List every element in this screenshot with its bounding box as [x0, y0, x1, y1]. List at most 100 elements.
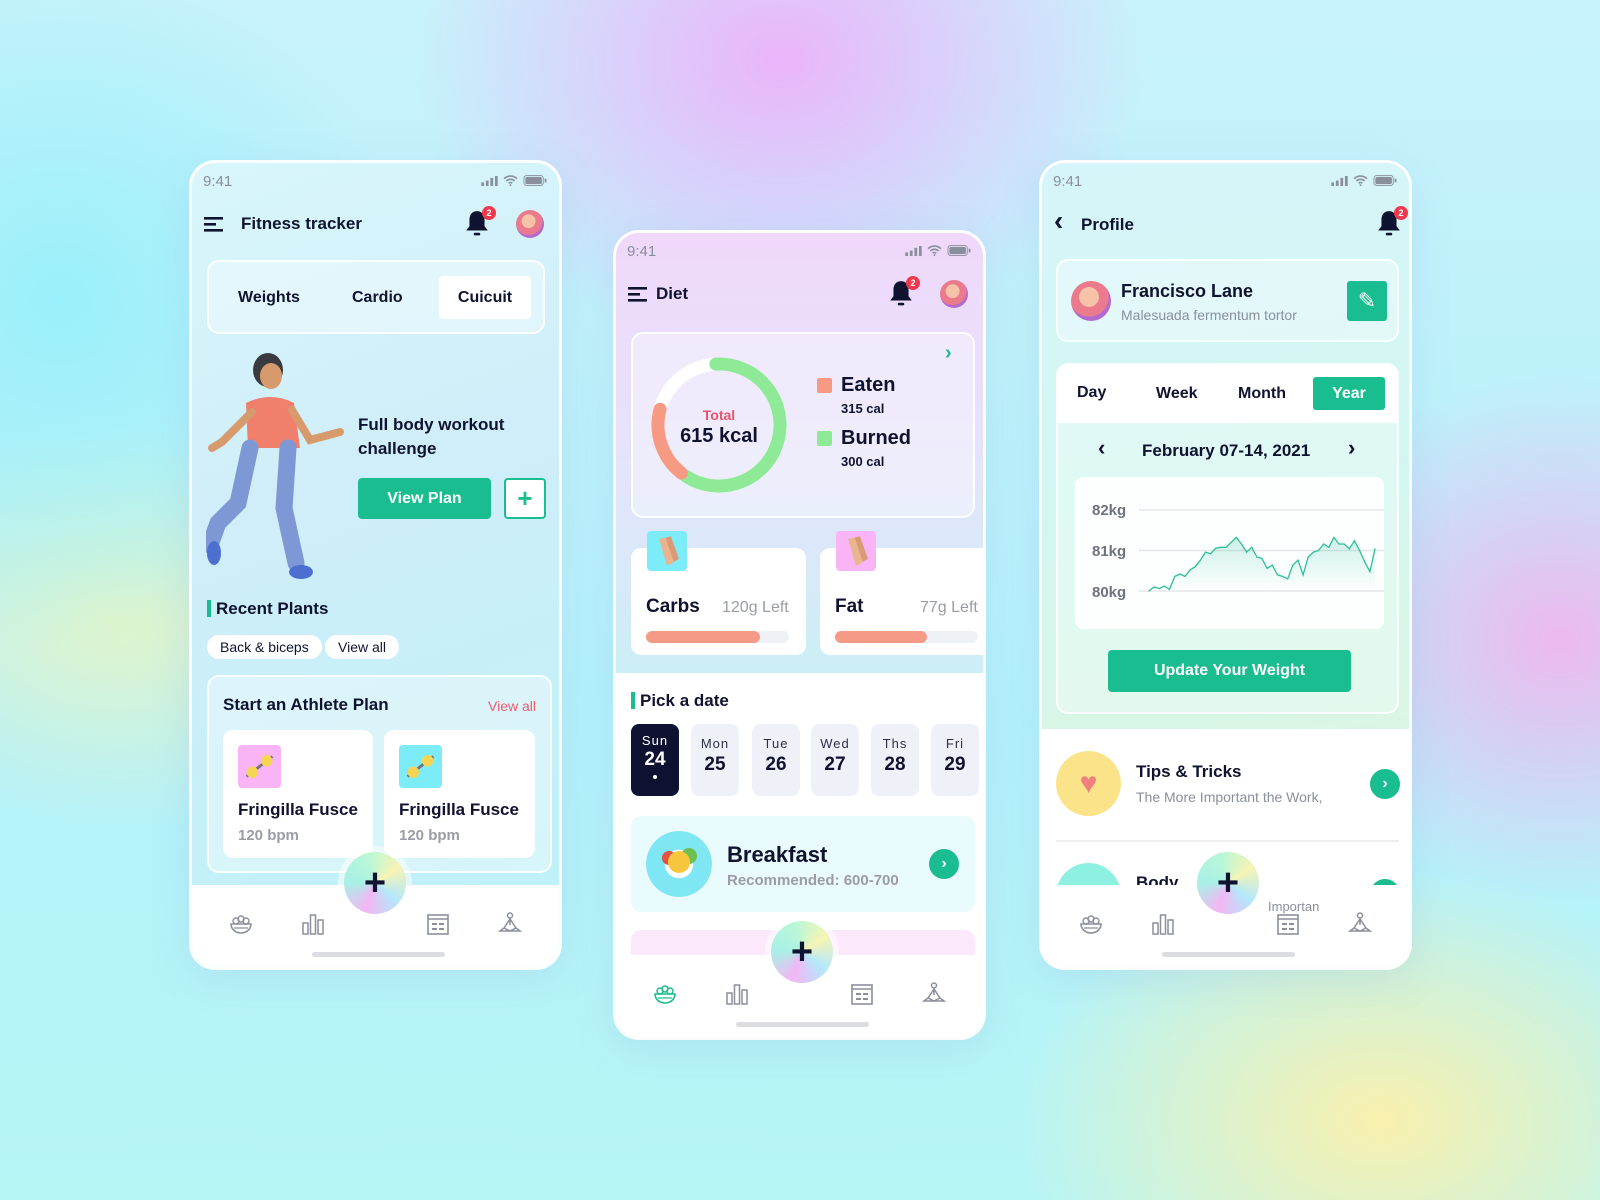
weight-point: [1153, 586, 1155, 588]
weight-point: [1168, 588, 1171, 590]
notifications-button[interactable]: 2: [464, 206, 496, 239]
meal-card-breakfast[interactable]: Breakfast Recommended: 600-700 ›: [631, 816, 975, 912]
nav-stats-icon[interactable]: [300, 911, 326, 937]
nav-calendar-icon[interactable]: [425, 911, 451, 937]
plan-card[interactable]: Fringilla Fusce 120 bpm: [223, 730, 373, 858]
date-chip[interactable]: Tue 26: [752, 724, 800, 796]
home-indicator: [1162, 952, 1295, 957]
prev-range-chevron-icon[interactable]: ‹: [1098, 435, 1105, 461]
nav-calendar-icon[interactable]: [849, 981, 875, 1007]
plan-name: Fringilla Fusce: [238, 800, 358, 819]
page-title: Diet: [656, 284, 689, 303]
nav-stats-icon[interactable]: [724, 981, 750, 1007]
add-plan-button[interactable]: +: [504, 478, 546, 519]
tab-cuicuit[interactable]: Cuicuit: [439, 276, 531, 319]
tab-day[interactable]: Day: [1077, 384, 1106, 402]
status-bar-icons: [905, 245, 971, 256]
athlete-view-all-link[interactable]: View all: [488, 698, 536, 714]
weight-point: [1292, 564, 1294, 566]
menu-icon[interactable]: [204, 216, 224, 232]
nav-yoga-icon[interactable]: [497, 911, 523, 937]
fitness-tracker-screen: 9:41 Fitness tracker 2 Weights Cardio Cu…: [189, 160, 562, 970]
status-bar-icons: [1331, 175, 1397, 186]
tab-month[interactable]: Month: [1238, 385, 1286, 403]
next-range-chevron-icon[interactable]: ›: [1348, 435, 1355, 461]
user-name: Francisco Lane: [1121, 281, 1254, 301]
tab-year[interactable]: Year: [1313, 377, 1385, 410]
date-chip[interactable]: Wed 27: [811, 724, 859, 796]
edit-profile-button[interactable]: ✎: [1347, 281, 1387, 321]
chip-view-all[interactable]: View all: [325, 635, 399, 659]
athlete-plan-title: Start an Athlete Plan: [223, 695, 389, 714]
weight-point: [1374, 548, 1376, 550]
eaten-label: Eaten: [841, 374, 896, 396]
day-number: 27: [824, 754, 846, 775]
nav-stats-icon[interactable]: [1150, 911, 1176, 937]
total-label: Total: [702, 407, 736, 423]
nav-diet-bowl-icon[interactable]: [1078, 911, 1104, 937]
avatar[interactable]: [940, 280, 968, 308]
section-marker: [207, 600, 211, 617]
chip-back-biceps[interactable]: Back & biceps: [207, 635, 322, 659]
add-fab-button[interactable]: +: [771, 921, 833, 983]
tab-cardio[interactable]: Cardio: [352, 289, 403, 307]
day-name: Wed: [820, 736, 850, 751]
plan-card[interactable]: Fringilla Fusce 120 bpm: [384, 730, 535, 858]
notification-badge: 2: [1394, 206, 1408, 220]
weight-point: [1297, 559, 1299, 561]
weight-point: [1158, 587, 1160, 590]
add-fab-button[interactable]: +: [1197, 852, 1259, 914]
macro-progress-bar: [646, 631, 789, 643]
notifications-button[interactable]: 2: [1376, 206, 1408, 239]
nav-calendar-icon[interactable]: [1275, 911, 1301, 937]
avatar: [1071, 281, 1111, 321]
date-chip[interactable]: Fri 29: [931, 724, 979, 796]
chevron-right-icon[interactable]: ›: [945, 342, 952, 365]
battery-icon: [523, 175, 547, 186]
tab-weights[interactable]: Weights: [238, 289, 300, 307]
weight-point: [1364, 561, 1366, 563]
tab-week[interactable]: Week: [1156, 385, 1198, 403]
notifications-button[interactable]: 2: [888, 276, 920, 309]
weight-point: [1220, 546, 1222, 548]
menu-icon[interactable]: [628, 286, 648, 302]
weight-point: [1240, 543, 1243, 545]
profile-screen: 9:41 ‹ Profile 2 Francisco Lane Malesuad…: [1039, 160, 1412, 970]
date-chip[interactable]: Sun 24: [631, 724, 679, 796]
avatar[interactable]: [516, 210, 544, 238]
view-plan-button[interactable]: View Plan: [358, 478, 491, 519]
weight-point: [1328, 546, 1330, 548]
eaten-legend-swatch: [817, 378, 832, 393]
nav-diet-bowl-icon[interactable]: [228, 911, 254, 937]
weight-point: [1261, 558, 1263, 560]
selected-dot: [653, 775, 657, 779]
page-title: Profile: [1081, 215, 1134, 234]
battery-icon: [1373, 175, 1397, 186]
status-time: 9:41: [1053, 173, 1083, 190]
weight-point: [1317, 549, 1320, 552]
challenge-title: Full body workout challenge: [358, 415, 505, 458]
wifi-icon: [503, 175, 518, 186]
running-woman-illustration: [206, 353, 344, 579]
nav-diet-bowl-icon[interactable]: [652, 981, 678, 1007]
date-range: February 07-14, 2021: [1142, 441, 1311, 460]
plan-name: Fringilla Fusce: [399, 800, 519, 819]
nav-yoga-icon[interactable]: [1347, 911, 1373, 937]
update-weight-button[interactable]: Update Your Weight: [1108, 650, 1351, 692]
signal-icon: [481, 176, 498, 186]
chevron-right-icon[interactable]: ›: [929, 849, 959, 879]
add-fab-button[interactable]: +: [344, 852, 406, 914]
nav-yoga-icon[interactable]: [921, 981, 947, 1007]
date-chip[interactable]: Mon 25: [691, 724, 739, 796]
back-chevron-icon[interactable]: ‹: [1054, 205, 1063, 237]
weight-point: [1256, 556, 1258, 558]
plan-bpm: 120 bpm: [399, 827, 460, 844]
y-tick-label: 82kg: [1092, 502, 1127, 519]
weight-point: [1323, 543, 1325, 545]
divider: [1056, 840, 1399, 842]
chevron-right-icon[interactable]: ›: [1370, 769, 1400, 799]
date-chip[interactable]: Ths 28: [871, 724, 919, 796]
day-number: 29: [944, 754, 966, 775]
calorie-summary-card[interactable]: Total 615 kcal Eaten 315 cal Burned 300 …: [631, 332, 975, 518]
wifi-icon: [1353, 175, 1368, 186]
